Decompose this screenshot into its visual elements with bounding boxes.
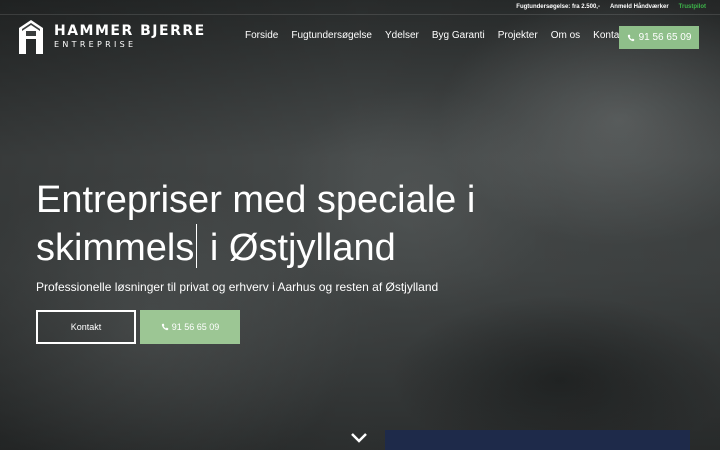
nav-item-om-os[interactable]: Om os xyxy=(551,30,580,41)
nav-phone-button[interactable]: 91 56 65 09 xyxy=(619,26,699,49)
review-link[interactable]: Anmeld Håndværker xyxy=(610,4,669,10)
logo-name: HAMMER BJERRE xyxy=(54,23,206,39)
site-header: HAMMER BJERRE ENTREPRISE Forside Fugtund… xyxy=(0,15,720,61)
main-nav: Forside Fugtundersøgelse Ydelser Byg Gar… xyxy=(245,30,640,41)
top-utility-bar: Fugtundersøgelse: fra 2.500,- Anmeld Hån… xyxy=(0,0,720,15)
headline-line2a: skimmels xyxy=(36,227,195,269)
nav-item-byg-garanti[interactable]: Byg Garanti xyxy=(432,30,485,41)
chevron-down-icon[interactable] xyxy=(350,432,368,444)
hero-phone-button[interactable]: 91 56 65 09 xyxy=(140,310,240,344)
hero-headline: Entrepriser med speciale i skimmels i Øs… xyxy=(36,176,596,272)
nav-phone-label: 91 56 65 09 xyxy=(638,32,692,43)
offer-link[interactable]: Fugtundersøgelse: fra 2.500,- xyxy=(516,4,600,10)
nav-item-forside[interactable]: Forside xyxy=(245,30,278,41)
contact-button-label: Kontakt xyxy=(70,322,102,332)
trustpilot-link[interactable]: Trustpilot xyxy=(679,4,706,10)
nav-item-ydelser[interactable]: Ydelser xyxy=(385,30,419,41)
logo-subtitle: ENTREPRISE xyxy=(54,40,137,49)
nav-item-fugtundersogelse[interactable]: Fugtundersøgelse xyxy=(291,30,372,41)
headline-line1: Entrepriser med speciale i xyxy=(36,179,476,221)
phone-icon xyxy=(627,34,634,41)
logo[interactable]: HAMMER BJERRE ENTREPRISE xyxy=(18,19,206,55)
bottom-panel xyxy=(385,430,690,450)
nav-item-projekter[interactable]: Projekter xyxy=(498,30,538,41)
typing-cursor xyxy=(196,224,198,268)
logo-house-icon xyxy=(19,20,43,54)
headline-line2b: i Østjylland xyxy=(209,227,396,269)
hero-phone-label: 91 56 65 09 xyxy=(171,322,220,332)
hero-subtitle: Professionelle løsninger til privat og e… xyxy=(36,280,439,294)
phone-icon xyxy=(161,323,168,331)
contact-button[interactable]: Kontakt xyxy=(36,310,136,344)
